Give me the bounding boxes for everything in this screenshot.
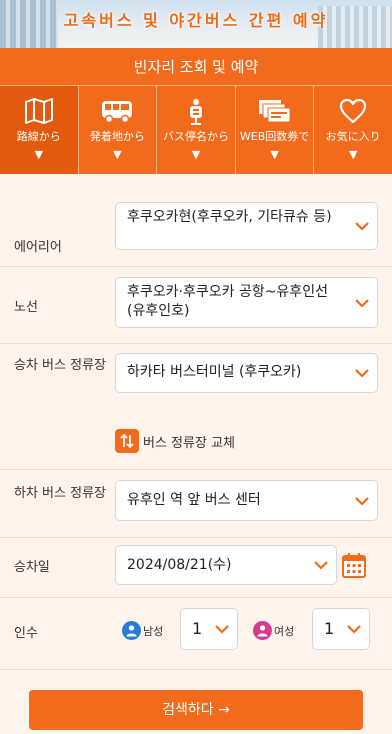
tab-by-web-coupon-label: WEB回数券で bbox=[239, 130, 310, 143]
banner-title: 고속버스 및 야간버스 간편 예약 bbox=[63, 11, 329, 30]
male-label: 남성 bbox=[143, 624, 164, 638]
search-button[interactable]: 검색하다 → bbox=[29, 690, 363, 730]
tab-by-route[interactable]: 路線から ▼ bbox=[0, 86, 78, 174]
boarding-label: 승차 버스 정류장 bbox=[14, 358, 106, 373]
swap-arrows-icon bbox=[115, 429, 139, 453]
chevron-down-icon bbox=[314, 561, 328, 570]
date-value: 2024/08/21(수) bbox=[127, 557, 232, 573]
route-value: 후쿠오카·후쿠오카 공항~유후인선(유후인호) bbox=[127, 284, 328, 319]
route-select[interactable]: 후쿠오카·후쿠오카 공항~유후인선(유후인호) bbox=[115, 277, 378, 328]
boarding-select[interactable]: 하카타 버스터미널 (후쿠오카) bbox=[115, 353, 378, 393]
calendar-icon[interactable] bbox=[342, 552, 366, 578]
page-header: 빈자리 조회 및 예약 bbox=[0, 48, 392, 86]
tab-by-web-coupon[interactable]: WEB回数券で ▼ bbox=[234, 86, 314, 174]
swap-stops-label: 버스 정류장 교체 bbox=[143, 435, 235, 451]
tab-by-departure-arrival-label: 発着地から bbox=[89, 130, 145, 143]
male-person-icon bbox=[122, 621, 141, 640]
divider bbox=[0, 669, 392, 670]
female-person-icon bbox=[253, 621, 272, 640]
date-label: 승차일 bbox=[14, 560, 50, 575]
area-select[interactable]: 후쿠오카현(후쿠오카, 기타큐슈 등) bbox=[115, 202, 378, 250]
top-banner: 고속버스 및 야간버스 간편 예약 bbox=[0, 0, 392, 48]
caret-down-icon: ▼ bbox=[270, 148, 279, 161]
female-count-select[interactable]: 1 bbox=[312, 608, 370, 650]
divider bbox=[0, 597, 392, 598]
female-count-value: 1 bbox=[324, 619, 335, 638]
chevron-down-icon bbox=[355, 369, 369, 378]
divider bbox=[0, 343, 392, 344]
divider bbox=[0, 266, 392, 267]
caret-down-icon: ▼ bbox=[113, 148, 122, 161]
caret-down-icon: ▼ bbox=[348, 148, 358, 161]
bus-stop-icon bbox=[157, 98, 235, 126]
passengers-label: 인수 bbox=[14, 626, 38, 641]
caret-down-icon: ▼ bbox=[191, 148, 201, 161]
chevron-down-icon bbox=[347, 625, 361, 634]
search-mode-tabs: 路線から ▼ 発着地から ▼ バス停名から ▼ WEB回数券で ▼ お気に入り … bbox=[0, 86, 392, 174]
divider bbox=[0, 537, 392, 538]
chevron-down-icon bbox=[355, 298, 369, 308]
alighting-label: 하차 버스 정류장 bbox=[14, 486, 106, 501]
ticket-book-icon bbox=[236, 98, 314, 126]
heart-icon bbox=[314, 98, 392, 126]
male-count-value: 1 bbox=[192, 619, 203, 638]
map-icon bbox=[0, 98, 78, 126]
route-label: 노선 bbox=[14, 300, 38, 315]
date-select[interactable]: 2024/08/21(수) bbox=[115, 545, 337, 585]
boarding-value: 하카타 버스터미널 (후쿠오카) bbox=[127, 364, 302, 380]
female-label: 여성 bbox=[274, 624, 295, 638]
male-count-select[interactable]: 1 bbox=[180, 608, 238, 650]
tab-by-departure-arrival[interactable]: 発着地から ▼ bbox=[77, 86, 157, 174]
caret-down-icon: ▼ bbox=[34, 148, 44, 161]
divider bbox=[0, 469, 392, 470]
tab-favorites-label: お気に入り bbox=[325, 130, 381, 143]
area-label: 에어리어 bbox=[14, 240, 62, 255]
male-indicator: 남성 bbox=[122, 621, 163, 640]
swap-stops-button[interactable]: 버스 정류장 교체 bbox=[115, 428, 235, 454]
tab-by-route-label: 路線から bbox=[16, 130, 61, 143]
tab-by-bus-stop-name-label: バス停名から bbox=[162, 130, 229, 143]
chevron-down-icon bbox=[355, 222, 369, 231]
alighting-select[interactable]: 유후인 역 앞 버스 센터 bbox=[115, 480, 378, 521]
search-form: 에어리어 후쿠오카현(후쿠오카, 기타큐슈 등) 노선 후쿠오카·후쿠오카 공항… bbox=[0, 174, 392, 734]
area-value: 후쿠오카현(후쿠오카, 기타큐슈 등) bbox=[127, 209, 332, 225]
bus-icon bbox=[79, 98, 157, 126]
tab-favorites[interactable]: お気に入り ▼ bbox=[313, 86, 392, 174]
chevron-down-icon bbox=[215, 625, 229, 634]
tab-by-bus-stop-name[interactable]: バス停名から ▼ bbox=[156, 86, 235, 174]
female-indicator: 여성 bbox=[253, 621, 294, 640]
alighting-value: 유후인 역 앞 버스 센터 bbox=[127, 492, 261, 508]
chevron-down-icon bbox=[355, 496, 369, 506]
